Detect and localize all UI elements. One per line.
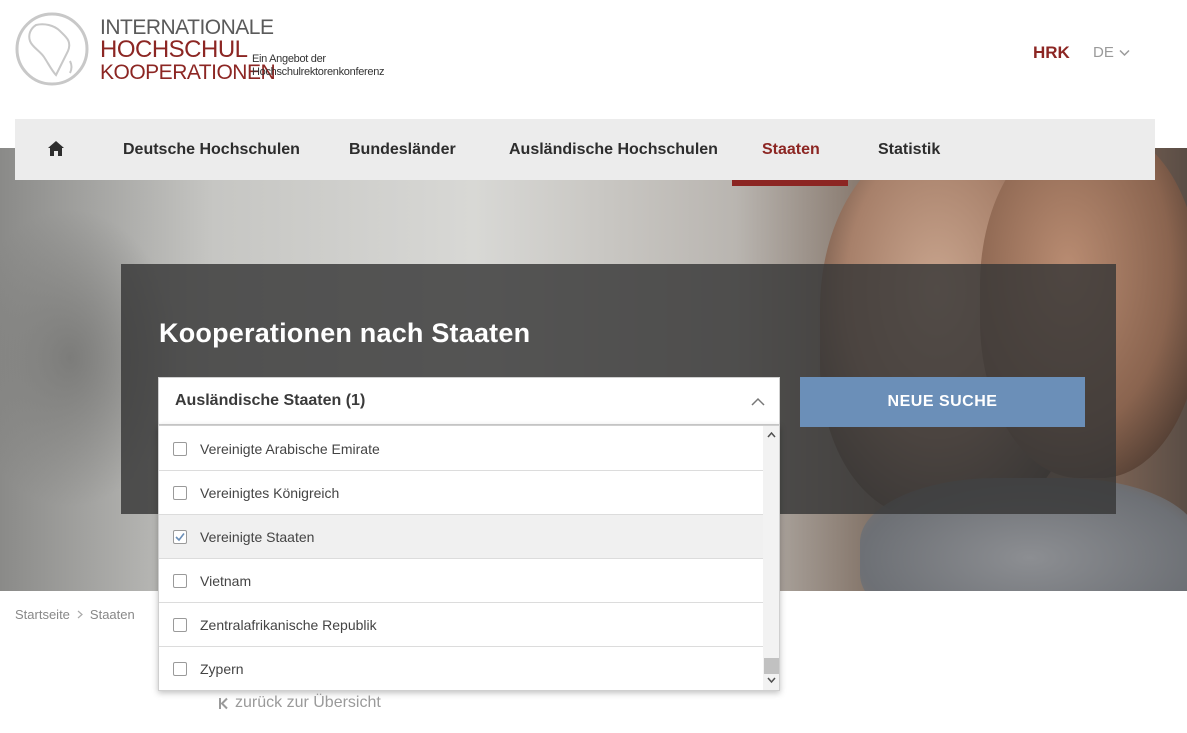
chevron-down-icon [1119, 49, 1130, 56]
checkbox[interactable] [173, 618, 187, 632]
checkbox[interactable] [173, 486, 187, 500]
country-dropdown-list: Vereinigte Arabische Emirate Vereinigtes… [158, 425, 780, 691]
nav-item-bundeslaender[interactable]: Bundesländer [349, 119, 456, 180]
language-switcher[interactable]: DE [1093, 44, 1130, 61]
country-select[interactable]: Ausländische Staaten (1) [158, 377, 780, 425]
nav-item-auslaendische-hochschulen[interactable]: Ausländische Hochschulen [509, 119, 718, 180]
option-label: Vereinigte Staaten [200, 529, 315, 545]
option-zentralafrikanische-republik[interactable]: Zentralafrikanische Republik [159, 603, 763, 647]
checkbox-checked[interactable] [173, 530, 187, 544]
option-label: Zentralafrikanische Republik [200, 617, 377, 633]
checkbox[interactable] [173, 662, 187, 676]
logo-text-line2: HOCHSCHUL [100, 36, 248, 63]
new-search-button[interactable]: NEUE SUCHE [800, 377, 1085, 427]
breadcrumb-startseite[interactable]: Startseite [15, 607, 70, 622]
logo-tagline-line2: Hochschulrektorenkonferenz [252, 66, 385, 78]
logo-tagline-line1: Ein Angebot der [252, 53, 326, 65]
checkbox[interactable] [173, 574, 187, 588]
option-vereinigte-staaten[interactable]: Vereinigte Staaten [159, 515, 763, 559]
logo-tagline: Ein Angebot der Hochschulrektorenkonfere… [252, 53, 385, 79]
globe-logo-icon [15, 12, 89, 86]
option-vietnam[interactable]: Vietnam [159, 559, 763, 603]
nav-item-deutsche-hochschulen[interactable]: Deutsche Hochschulen [123, 119, 300, 180]
chevron-up-icon [751, 397, 765, 406]
main-navigation: Deutsche Hochschulen Bundesländer Auslän… [15, 119, 1155, 186]
option-zypern[interactable]: Zypern [159, 647, 763, 690]
option-label: Zypern [200, 661, 244, 677]
logo-text-line3: KOOPERATIONEN [100, 61, 276, 84]
option-vereinigte-arabische-emirate[interactable]: Vereinigte Arabische Emirate [159, 427, 763, 471]
breadcrumb: Startseite Staaten [15, 607, 135, 622]
dropdown-scrollbar[interactable] [763, 426, 779, 690]
option-vereinigtes-koenigreich[interactable]: Vereinigtes Königreich [159, 471, 763, 515]
breadcrumb-staaten[interactable]: Staaten [90, 607, 135, 622]
page-title: Kooperationen nach Staaten [159, 318, 531, 348]
checkbox[interactable] [173, 442, 187, 456]
scrollbar-thumb[interactable] [764, 658, 779, 674]
hrk-link[interactable]: HRK [1033, 43, 1070, 63]
back-arrow-icon [219, 697, 228, 709]
nav-item-statistik[interactable]: Statistik [878, 119, 940, 180]
country-select-label: Ausländische Staaten (1) [175, 392, 366, 409]
home-icon[interactable] [47, 140, 65, 157]
back-link-label: zurück zur Übersicht [235, 694, 381, 711]
site-logo[interactable]: INTERNATIONALE HOCHSCHUL KOOPERATIONEN E… [14, 11, 404, 91]
checkmark-icon [175, 533, 185, 542]
scroll-up-arrow-icon[interactable] [767, 431, 776, 438]
back-to-overview-link[interactable]: zurück zur Übersicht [218, 694, 381, 712]
chevron-right-icon [77, 610, 83, 619]
nav-item-staaten[interactable]: Staaten [762, 119, 820, 180]
option-label: Vereinigtes Königreich [200, 485, 340, 501]
option-label: Vietnam [200, 573, 252, 589]
logo-text-line1: INTERNATIONALE [100, 16, 274, 39]
option-label: Vereinigte Arabische Emirate [200, 441, 380, 457]
scroll-down-arrow-icon[interactable] [767, 677, 776, 684]
language-current: DE [1093, 44, 1114, 61]
nav-active-indicator [732, 180, 848, 186]
